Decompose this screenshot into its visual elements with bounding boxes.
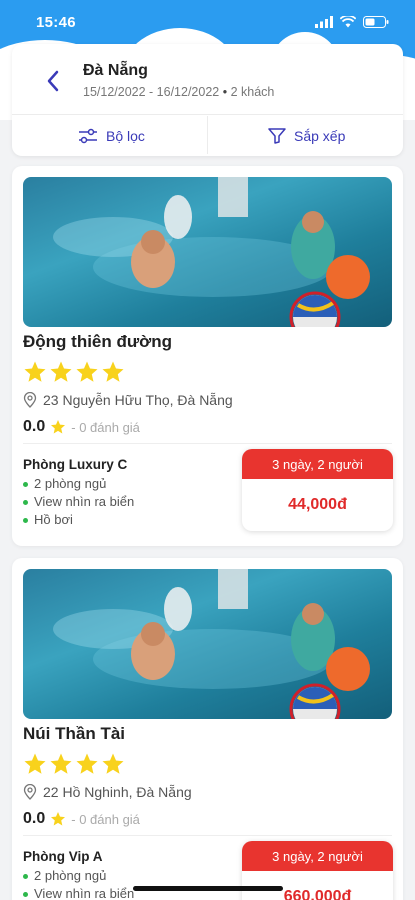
- star-icon: [24, 361, 46, 382]
- divider: [207, 116, 208, 154]
- list-item: 2 phòng ngủ: [23, 475, 134, 493]
- sliders-icon: [79, 128, 97, 144]
- home-indicator[interactable]: [133, 886, 283, 891]
- sort-button[interactable]: Sắp xếp: [268, 116, 345, 156]
- star-rating: [23, 752, 125, 776]
- chevron-left-icon: [47, 70, 59, 92]
- list-item: View nhìn ra biển: [23, 493, 134, 511]
- filter-button[interactable]: Bộ lọc: [78, 116, 145, 156]
- divider: [12, 114, 403, 115]
- star-icon: [51, 812, 66, 826]
- star-icon: [50, 361, 72, 382]
- sort-label: Sắp xếp: [294, 128, 346, 144]
- address-text: 23 Nguyễn Hữu Thọ, Đà Nẵng: [43, 392, 233, 408]
- battery-icon: [363, 16, 389, 28]
- destination-title: Đà Nẵng: [83, 62, 148, 79]
- star-icon: [102, 361, 124, 382]
- room-name: Phòng Vip A: [23, 849, 103, 864]
- price-value: 44,000đ: [288, 496, 347, 513]
- review-count: - 0 đánh giá: [71, 811, 140, 827]
- review-rating: 0.0 - 0 đánh giá: [23, 418, 140, 436]
- hotel-photo: [23, 177, 392, 327]
- room-name: Phòng Luxury C: [23, 457, 128, 472]
- trip-details: 15/12/2022 - 16/12/2022 • 2 khách: [83, 85, 275, 99]
- price-duration: 3 ngày, 2 người: [242, 841, 393, 871]
- back-button[interactable]: [38, 66, 68, 96]
- room-features: 2 phòng ngủ View nhìn ra biển: [23, 867, 134, 900]
- location-pin-icon: [23, 784, 37, 800]
- funnel-icon: [268, 128, 286, 144]
- star-icon: [76, 753, 98, 774]
- rating-value: 0.0: [23, 418, 46, 435]
- star-icon: [102, 753, 124, 774]
- price-box[interactable]: 3 ngày, 2 người 44,000đ: [242, 449, 393, 531]
- rating-value: 0.0: [23, 810, 46, 827]
- list-item: 2 phòng ngủ: [23, 867, 134, 885]
- list-item: Hồ bơi: [23, 511, 134, 529]
- hotel-card[interactable]: Núi Thần Tài 22 Hồ Nghinh, Đà Nẵng 0.0 -…: [12, 558, 403, 900]
- divider: [23, 443, 392, 444]
- trip-guests: 2 khách: [230, 85, 275, 99]
- room-features: 2 phòng ngủ View nhìn ra biển Hồ bơi: [23, 475, 134, 529]
- status-time: 15:46: [36, 13, 76, 31]
- trip-dates: 15/12/2022 - 16/12/2022: [83, 85, 220, 99]
- location-pin-icon: [23, 392, 37, 408]
- hotel-photo: [23, 569, 392, 719]
- hotel-card[interactable]: Động thiên đường 23 Nguyễn Hữu Thọ, Đà N…: [12, 166, 403, 546]
- review-rating: 0.0 - 0 đánh giá: [23, 810, 140, 828]
- signal-icon: [315, 16, 333, 28]
- status-icons: [315, 16, 389, 28]
- search-summary-card: Đà Nẵng 15/12/2022 - 16/12/2022 • 2 khác…: [12, 44, 403, 156]
- hotel-address: 22 Hồ Nghinh, Đà Nẵng: [23, 784, 192, 800]
- hotel-name: Núi Thần Tài: [23, 724, 125, 743]
- price-duration: 3 ngày, 2 người: [242, 449, 393, 479]
- star-rating: [23, 360, 125, 384]
- divider: [23, 835, 392, 836]
- review-count: - 0 đánh giá: [71, 419, 140, 435]
- address-text: 22 Hồ Nghinh, Đà Nẵng: [43, 784, 192, 800]
- filter-label: Bộ lọc: [106, 128, 145, 144]
- list-item: View nhìn ra biển: [23, 885, 134, 900]
- status-bar: 15:46: [0, 0, 415, 44]
- star-icon: [51, 420, 66, 434]
- wifi-icon: [340, 16, 356, 28]
- star-icon: [24, 753, 46, 774]
- star-icon: [76, 361, 98, 382]
- star-icon: [50, 753, 72, 774]
- hotel-name: Động thiên đường: [23, 332, 173, 351]
- price-box[interactable]: 3 ngày, 2 người 660,000đ: [242, 841, 393, 900]
- hotel-address: 23 Nguyễn Hữu Thọ, Đà Nẵng: [23, 392, 233, 408]
